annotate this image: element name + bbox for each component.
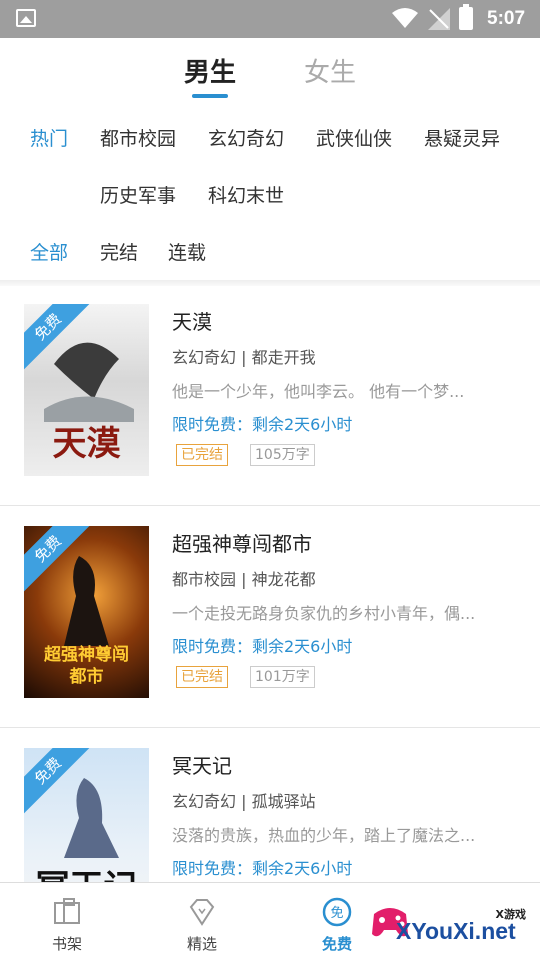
nav-bookshelf[interactable]: 书架 [22, 883, 112, 960]
image-notification-icon [16, 9, 36, 27]
category-hot[interactable]: 热门 [30, 124, 68, 151]
status-tag: 已完结 [176, 666, 228, 688]
wifi-icon [392, 8, 418, 28]
book-cover: 天漠 免费 [24, 304, 149, 476]
book-description: 他是一个少年，他叫李云。 他有一个梦... [172, 382, 465, 401]
nav-featured[interactable]: 精选 [157, 883, 247, 960]
free-countdown: 限时免费：剩余2天6小时 [172, 415, 353, 434]
filter-all[interactable]: 全部 [30, 238, 68, 265]
book-cover: 超强神尊闯都市 免费 [24, 526, 149, 698]
filter-serializing[interactable]: 连载 [168, 238, 206, 265]
category-mystery[interactable]: 悬疑灵异 [424, 124, 500, 151]
category-history-military[interactable]: 历史军事 [100, 181, 176, 208]
cover-title: 超强神尊闯都市 [44, 645, 129, 687]
book-meta: 都市校园 | 神龙花都 [172, 570, 316, 589]
free-countdown: 限时免费：剩余2天6小时 [172, 637, 353, 656]
nav-label: 精选 [186, 935, 217, 953]
book-item[interactable]: 超强神尊闯都市 免费 超强神尊闯都市 都市校园 | 神龙花都 一个走投无路身负家… [0, 506, 540, 728]
gender-tabs: 男生 女生 [0, 52, 540, 102]
filter-completed[interactable]: 完结 [100, 238, 138, 265]
book-description: 一个走投无路身负家仇的乡村小青年，偶... [172, 604, 476, 623]
word-count-tag: 101万字 [250, 666, 315, 688]
free-icon: 免 [322, 897, 352, 927]
book-title: 天漠 [172, 310, 212, 334]
tab-male[interactable]: 男生 [184, 52, 236, 89]
active-tab-indicator [192, 94, 228, 98]
watermark: X游戏 XYouXi.net [366, 888, 540, 954]
book-item[interactable]: 天漠 免费 天漠 玄幻奇幻 | 都走开我 他是一个少年，他叫李云。 他有一个梦.… [0, 284, 540, 506]
status-tag: 已完结 [176, 444, 228, 466]
clock: 5:07 [487, 8, 526, 29]
status-bar: 5:07 [0, 0, 540, 38]
watermark-text: XYouXi.net [396, 918, 516, 944]
bookshelf-icon [54, 898, 80, 924]
cover-title: 天漠 [52, 424, 121, 464]
battery-icon [459, 4, 473, 30]
book-title: 超强神尊闯都市 [172, 532, 312, 556]
free-countdown: 限时免费：剩余2天6小时 [172, 859, 353, 878]
signal-icon [428, 8, 450, 30]
category-urban-campus[interactable]: 都市校园 [100, 124, 176, 151]
category-scifi[interactable]: 科幻末世 [208, 181, 284, 208]
book-meta: 玄幻奇幻 | 孤城驿站 [172, 792, 316, 811]
svg-text:免: 免 [330, 906, 343, 921]
book-description: 没落的贵族，热血的少年，踏上了魔法之... [172, 826, 476, 845]
word-count-tag: 105万字 [250, 444, 315, 466]
book-meta: 玄幻奇幻 | 都走开我 [172, 348, 316, 367]
diamond-icon [189, 899, 215, 926]
nav-label: 书架 [51, 935, 82, 953]
category-fantasy[interactable]: 玄幻奇幻 [208, 124, 284, 151]
tab-female[interactable]: 女生 [304, 52, 356, 89]
book-title: 冥天记 [172, 754, 232, 778]
category-wuxia[interactable]: 武侠仙侠 [316, 124, 392, 151]
